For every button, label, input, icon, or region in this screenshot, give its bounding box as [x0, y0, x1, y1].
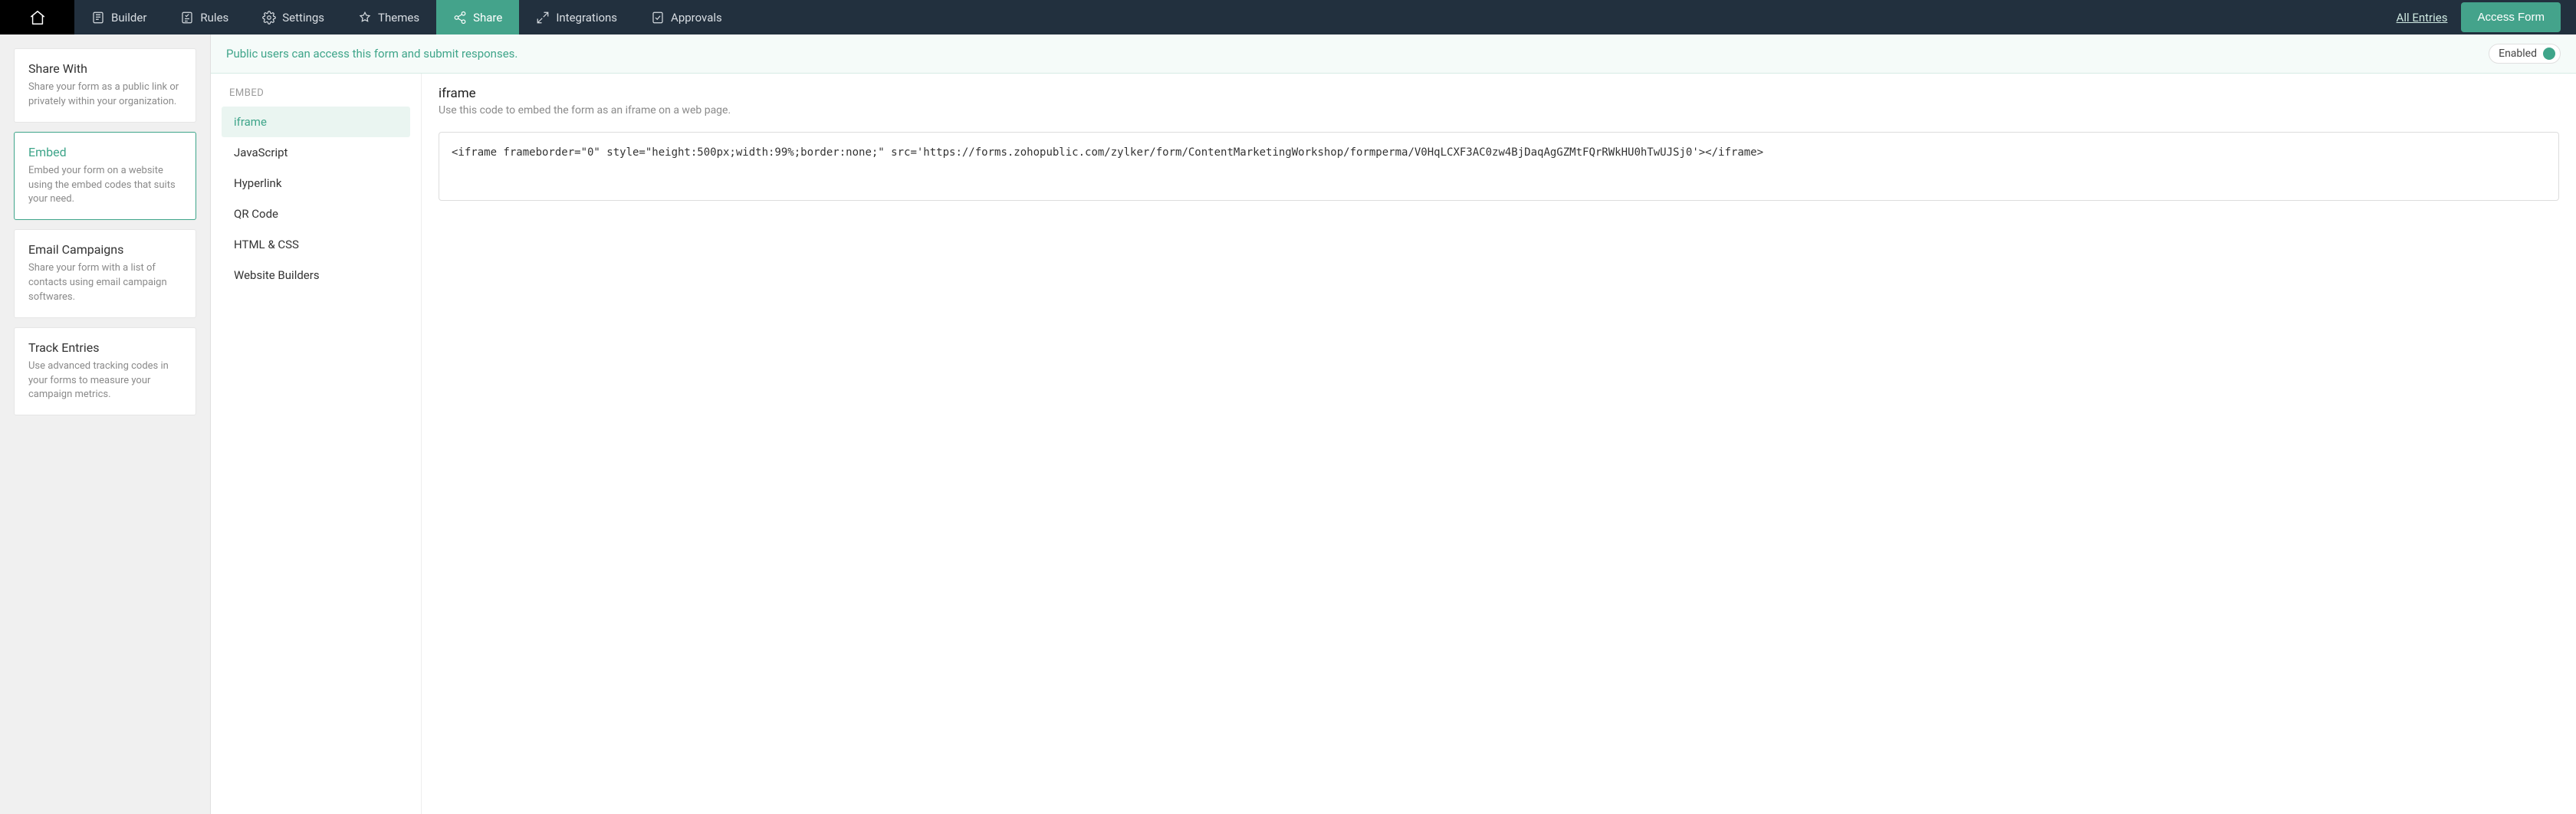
- card-desc: Share your form with a list of contacts …: [28, 261, 182, 305]
- home-icon: [29, 9, 46, 26]
- tab-label: Integrations: [556, 11, 617, 25]
- access-form-button[interactable]: Access Form: [2461, 2, 2561, 32]
- main: Public users can access this form and su…: [211, 34, 2576, 814]
- subnav-header: EMBED: [222, 87, 410, 107]
- top-nav-tabs: Builder Rules Settings Themes Share: [74, 0, 2397, 34]
- toggle-dot-icon: [2543, 48, 2555, 60]
- subnav-item-website-builders[interactable]: Website Builders: [222, 260, 410, 290]
- top-nav: Builder Rules Settings Themes Share: [0, 0, 2576, 34]
- embed-subnav: EMBED iframe JavaScript Hyperlink QR Cod…: [211, 74, 422, 814]
- sidebar-card-email-campaigns[interactable]: Email Campaigns Share your form with a l…: [14, 229, 196, 318]
- tab-label: Settings: [282, 11, 324, 25]
- sidebar-card-share-with[interactable]: Share With Share your form as a public l…: [14, 48, 196, 123]
- tab-rules[interactable]: Rules: [163, 0, 245, 34]
- tab-label: Builder: [111, 11, 146, 25]
- card-desc: Use advanced tracking codes in your form…: [28, 359, 182, 403]
- approvals-icon: [651, 11, 665, 25]
- card-desc: Embed your form on a website using the e…: [28, 164, 182, 208]
- builder-icon: [91, 11, 105, 25]
- subnav-item-javascript[interactable]: JavaScript: [222, 137, 410, 168]
- sidebar-left: Share With Share your form as a public l…: [0, 34, 211, 814]
- detail-title: iframe: [439, 86, 2559, 101]
- rules-icon: [180, 11, 194, 25]
- banner-text: Public users can access this form and su…: [226, 47, 518, 61]
- enabled-toggle[interactable]: Enabled: [2489, 44, 2561, 64]
- home-button[interactable]: [0, 0, 74, 34]
- tab-label: Themes: [378, 11, 419, 25]
- subnav-item-iframe[interactable]: iframe: [222, 107, 410, 137]
- tab-approvals[interactable]: Approvals: [634, 0, 739, 34]
- tab-share[interactable]: Share: [436, 0, 519, 34]
- integrations-icon: [536, 11, 550, 25]
- card-title: Embed: [28, 145, 182, 159]
- detail-subtitle: Use this code to embed the form as an if…: [439, 104, 2559, 117]
- card-title: Share With: [28, 61, 182, 76]
- tab-settings[interactable]: Settings: [245, 0, 341, 34]
- detail-panel: iframe Use this code to embed the form a…: [422, 74, 2576, 814]
- subnav-item-htmlcss[interactable]: HTML & CSS: [222, 229, 410, 260]
- top-nav-right: All Entries Access Form: [2397, 0, 2576, 34]
- card-desc: Share your form as a public link or priv…: [28, 80, 182, 110]
- public-access-banner: Public users can access this form and su…: [211, 34, 2576, 74]
- tab-label: Share: [473, 11, 502, 25]
- share-icon: [453, 11, 467, 25]
- sidebar-card-embed[interactable]: Embed Embed your form on a website using…: [14, 132, 196, 221]
- tab-integrations[interactable]: Integrations: [519, 0, 634, 34]
- gear-icon: [262, 11, 276, 25]
- tab-label: Approvals: [671, 11, 722, 25]
- card-title: Email Campaigns: [28, 242, 182, 257]
- sidebar-card-track-entries[interactable]: Track Entries Use advanced tracking code…: [14, 327, 196, 416]
- tab-label: Rules: [200, 11, 228, 25]
- subnav-item-qrcode[interactable]: QR Code: [222, 199, 410, 229]
- content: EMBED iframe JavaScript Hyperlink QR Cod…: [211, 74, 2576, 814]
- embed-code-box[interactable]: <iframe frameborder="0" style="height:50…: [439, 132, 2559, 201]
- all-entries-link[interactable]: All Entries: [2397, 11, 2448, 25]
- layout: Share With Share your form as a public l…: [0, 34, 2576, 814]
- tab-builder[interactable]: Builder: [74, 0, 163, 34]
- toggle-label: Enabled: [2499, 48, 2537, 60]
- subnav-item-hyperlink[interactable]: Hyperlink: [222, 168, 410, 199]
- tab-themes[interactable]: Themes: [341, 0, 436, 34]
- themes-icon: [358, 11, 372, 25]
- card-title: Track Entries: [28, 340, 182, 355]
